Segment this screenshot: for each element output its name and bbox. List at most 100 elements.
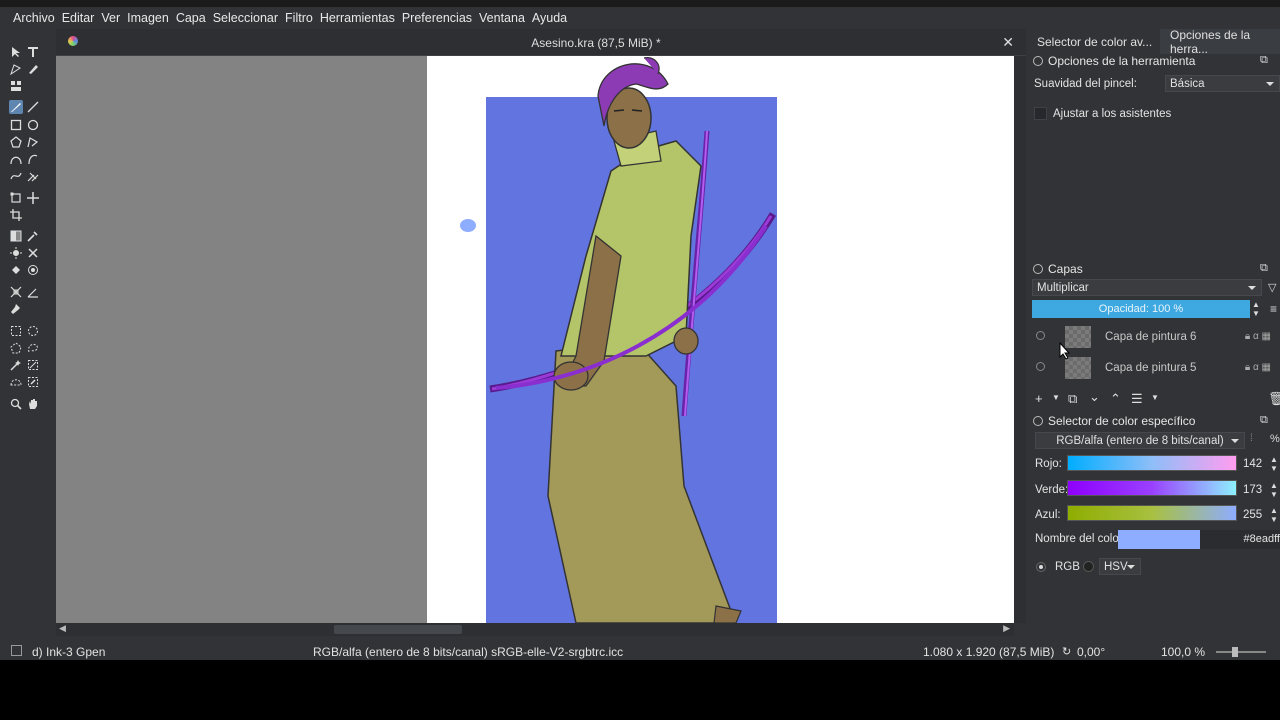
move-layer-up-icon[interactable]: ⌃ (1110, 391, 1121, 407)
freehand-path-icon[interactable] (26, 152, 40, 166)
zoom-slider-handle[interactable] (1232, 647, 1238, 657)
ruler-icon[interactable] (26, 285, 40, 299)
menu-ventana[interactable]: Ventana (479, 11, 525, 25)
menu-imagen[interactable]: Imagen (127, 11, 169, 25)
color-picker-icon[interactable] (26, 229, 40, 243)
chevron-down-icon[interactable]: ▼ (1052, 393, 1060, 402)
tab-advanced-color-selector[interactable]: Selector de color av... (1027, 29, 1153, 54)
opacity-stepper[interactable]: ▲ ▼ (1252, 300, 1260, 318)
visibility-icon[interactable] (1036, 331, 1045, 340)
float-panel-icon[interactable]: ⧉ (1260, 54, 1268, 67)
red-stepper[interactable]: ▲ ▼ (1270, 455, 1278, 473)
hsv-select[interactable]: HSV (1099, 558, 1141, 575)
duplicate-layer-icon[interactable]: ⧉ (1068, 391, 1077, 407)
document-tab[interactable]: Asesino.kra (87,5 MiB) * ✕ (56, 29, 1026, 56)
layer-lock-icon[interactable]: 🔒︎ α ▦ (1245, 362, 1271, 373)
visibility-icon[interactable] (1036, 362, 1045, 371)
move-layer-down-icon[interactable]: ⌄ (1089, 389, 1100, 405)
zoom-slider[interactable] (1216, 651, 1266, 653)
menu-editar[interactable]: Editar (62, 11, 95, 25)
fill-icon[interactable] (9, 263, 23, 277)
color-model-select[interactable]: RGB/alfa (entero de 8 bits/canal) (1035, 432, 1245, 449)
smart-patch-icon[interactable] (9, 246, 23, 260)
polygon-icon[interactable] (9, 135, 23, 149)
brush-preset-name[interactable]: d) Ink-3 Gpen (32, 645, 105, 659)
move-icon[interactable] (26, 191, 40, 205)
menu-capa[interactable]: Capa (176, 11, 206, 25)
lock-icon[interactable] (1033, 264, 1043, 274)
magnetic-select-icon[interactable] (26, 375, 40, 389)
red-slider[interactable] (1067, 455, 1237, 471)
horizontal-scrollbar[interactable]: ◀ ▶ (56, 623, 1014, 636)
hex-input[interactable]: #8eadff (1200, 530, 1280, 549)
dynamic-brush-icon[interactable] (9, 169, 23, 183)
edit-shapes-icon[interactable] (9, 62, 23, 76)
more-options-icon[interactable]: ⁞ (1250, 433, 1253, 444)
text-icon[interactable] (26, 45, 40, 59)
polyline-icon[interactable] (26, 135, 40, 149)
menu-herramientas[interactable]: Herramientas (320, 11, 395, 25)
brush-preset-icon[interactable] (11, 645, 22, 656)
horizontal-scroll-thumb[interactable] (334, 625, 462, 634)
calligraphy-icon[interactable] (26, 62, 40, 76)
close-icon[interactable]: ✕ (1002, 34, 1014, 51)
blue-value[interactable]: 255 (1243, 509, 1262, 521)
polygon-select-icon[interactable] (9, 341, 23, 355)
red-value[interactable]: 142 (1243, 458, 1262, 470)
rgb-radio[interactable] (1037, 563, 1045, 571)
freehand-select-icon[interactable] (26, 341, 40, 355)
green-value[interactable]: 173 (1243, 484, 1262, 496)
transform-icon[interactable] (9, 191, 23, 205)
pan-icon[interactable] (26, 397, 40, 411)
ellipse-select-icon[interactable] (26, 324, 40, 338)
rectangle-icon[interactable] (9, 118, 23, 132)
menu-preferencias[interactable]: Preferencias (402, 11, 472, 25)
menu-ver[interactable]: Ver (101, 11, 120, 25)
line-icon[interactable] (26, 100, 40, 114)
scroll-left-icon[interactable]: ◀ (59, 623, 66, 634)
hsv-radio[interactable] (1083, 561, 1094, 572)
pattern-icon[interactable] (9, 79, 23, 93)
menu-filtro[interactable]: Filtro (285, 11, 313, 25)
zoom-icon[interactable] (9, 397, 23, 411)
snap-assistants-checkbox[interactable] (1034, 107, 1047, 120)
green-slider[interactable] (1067, 480, 1237, 496)
rect-select-icon[interactable] (9, 324, 23, 338)
assistant-icon[interactable] (26, 246, 40, 260)
freehand-brush-icon[interactable] (9, 100, 23, 114)
enclose-fill-icon[interactable] (26, 263, 40, 277)
filter-icon[interactable]: ▽ (1268, 281, 1276, 294)
layer-lock-icon[interactable]: 🔒︎ α ▦ (1245, 331, 1271, 342)
percent-toggle[interactable]: % (1270, 433, 1280, 445)
brush-smoothing-select[interactable]: Básica (1165, 75, 1280, 92)
blue-slider[interactable] (1067, 505, 1237, 521)
bezier-icon[interactable] (9, 152, 23, 166)
rotation-value[interactable]: 0,00° (1077, 645, 1105, 659)
measure-icon[interactable] (9, 285, 23, 299)
add-layer-icon[interactable]: + (1035, 391, 1043, 406)
menu-ayuda[interactable]: Ayuda (532, 11, 567, 25)
layer-properties-icon[interactable]: ☰ (1131, 391, 1143, 407)
vertical-scrollbar[interactable] (1014, 56, 1026, 623)
menu-icon[interactable]: ≡ (1270, 302, 1277, 316)
select-shapes-icon[interactable] (9, 45, 23, 59)
float-panel-icon[interactable]: ⧉ (1260, 262, 1268, 275)
ellipse-icon[interactable] (26, 118, 40, 132)
float-panel-icon[interactable]: ⧉ (1260, 414, 1268, 427)
lock-icon[interactable] (1033, 56, 1043, 66)
scroll-right-icon[interactable]: ▶ (1003, 623, 1010, 634)
tab-tool-options[interactable]: Opciones de la herra... (1160, 28, 1280, 56)
lock-icon[interactable] (1033, 416, 1043, 426)
gradient-icon[interactable] (9, 229, 23, 243)
zoom-value[interactable]: 100,0 % (1161, 645, 1205, 659)
chevron-down-icon[interactable]: ▼ (1151, 393, 1159, 402)
contiguous-select-icon[interactable] (9, 358, 23, 372)
rotation-icon[interactable]: ↻ (1062, 645, 1071, 658)
reference-icon[interactable] (9, 302, 23, 316)
opacity-slider[interactable]: Opacidad: 100 % (1032, 300, 1250, 318)
menu-seleccionar[interactable]: Seleccionar (213, 11, 278, 25)
blend-mode-select[interactable]: Multiplicar (1032, 279, 1262, 296)
bezier-select-icon[interactable] (9, 375, 23, 389)
crop-icon[interactable] (9, 208, 23, 222)
similar-select-icon[interactable] (26, 358, 40, 372)
